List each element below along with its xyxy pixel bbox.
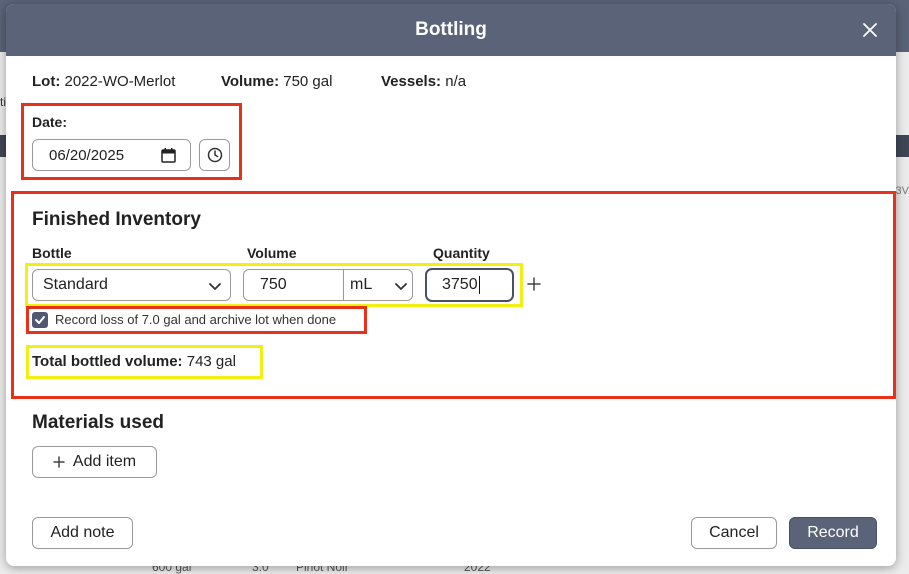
quantity-label: Quantity [433, 245, 490, 261]
total-bottled-value: 743 gal [186, 353, 236, 370]
set-now-button[interactable] [199, 139, 230, 171]
date-label: Date: [32, 114, 68, 130]
chevron-down-icon [209, 283, 221, 290]
checkmark-icon [35, 316, 45, 324]
modal-title: Bottling [415, 19, 487, 40]
lot-value: 2022-WO-Merlot [64, 73, 176, 90]
lot-info: Lot: 2022-WO-Merlot [32, 73, 176, 90]
plus-icon [53, 456, 65, 468]
record-loss-checkbox[interactable] [32, 312, 48, 328]
calendar-icon[interactable] [161, 148, 176, 163]
close-icon [863, 23, 877, 37]
bottle-select[interactable]: Standard [32, 269, 231, 301]
text-caret [478, 276, 480, 294]
add-row-button[interactable] [527, 275, 541, 295]
bottling-modal: Bottling Lot: 2022-WO-Merlot Volume: 750… [6, 4, 896, 566]
modal-header: Bottling [6, 4, 896, 56]
volume-info: Volume: 750 gal [221, 73, 333, 90]
volume-label: Volume [247, 245, 297, 261]
plus-icon [527, 277, 541, 291]
record-loss-label: Record loss of 7.0 gal and archive lot w… [55, 312, 337, 327]
close-button[interactable] [858, 18, 882, 42]
volume-input[interactable]: 750 [243, 269, 344, 301]
total-bottled-volume: Total bottled volume: 743 gal [32, 353, 236, 370]
date-input[interactable]: 06/20/2025 [32, 139, 191, 171]
cancel-button[interactable]: Cancel [691, 517, 777, 549]
materials-used-title: Materials used [32, 412, 164, 433]
bottle-label: Bottle [32, 245, 72, 261]
record-button[interactable]: Record [789, 517, 877, 549]
add-item-button[interactable]: Add item [32, 446, 157, 478]
vessels-info: Vessels: n/a [381, 73, 467, 90]
chevron-down-icon [395, 283, 407, 290]
clock-icon [207, 147, 222, 163]
add-note-button[interactable]: Add note [32, 517, 133, 549]
quantity-input[interactable]: 3750 [425, 268, 514, 302]
vessels-value: n/a [445, 73, 467, 90]
volume-value: 750 gal [283, 73, 333, 90]
finished-inventory-title: Finished Inventory [32, 209, 201, 230]
unit-select[interactable]: mL [343, 269, 413, 301]
background-right-fragment: 3V [895, 185, 909, 197]
